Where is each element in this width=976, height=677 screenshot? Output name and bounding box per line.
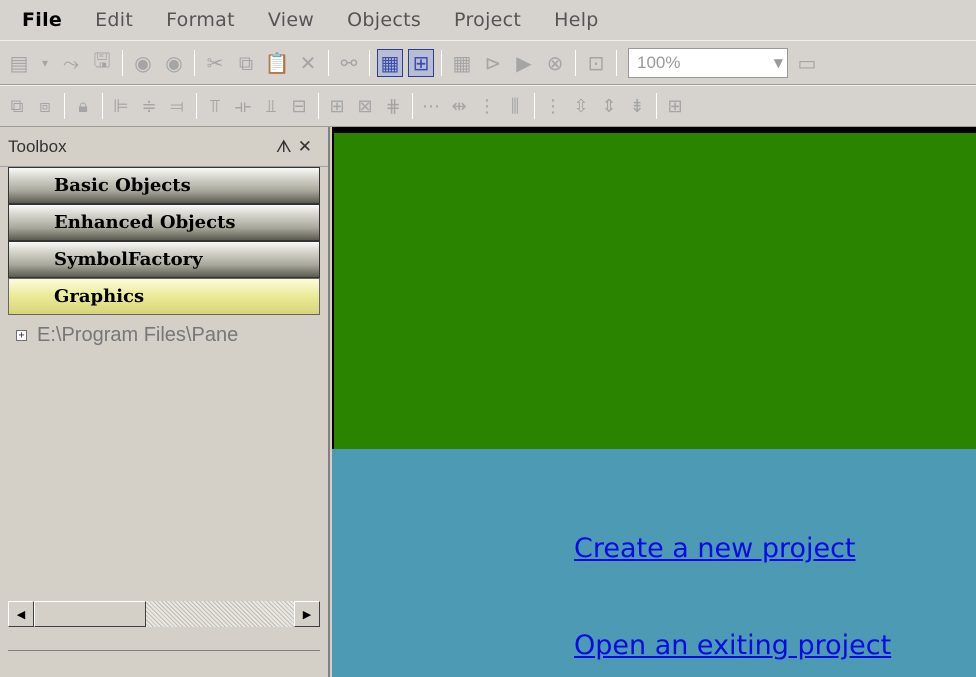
group-icon[interactable]: ⧉: [6, 92, 28, 120]
v-spacing-remove-icon[interactable]: ⇟: [626, 92, 648, 120]
category-enhanced-objects[interactable]: Enhanced Objects: [8, 204, 320, 241]
toolbar-separator: [441, 49, 442, 76]
same-size-icon[interactable]: ⊠: [354, 92, 376, 120]
align-left-icon[interactable]: ⊫: [110, 92, 132, 120]
transfer-icon[interactable]: ⊳: [480, 49, 506, 77]
copy-icon[interactable]: ⧉: [233, 49, 259, 77]
lock-icon[interactable]: 🔒︎: [72, 92, 94, 120]
scroll-track[interactable]: [34, 601, 294, 627]
tree-item[interactable]: + E:\Program Files\Pane: [8, 315, 328, 349]
menu-view[interactable]: View: [268, 9, 314, 31]
toolbar-separator: [656, 93, 657, 119]
align-bottom-icon[interactable]: ⫫: [260, 92, 282, 120]
toolbox-header: Toolbox ᗑ✕: [0, 127, 328, 167]
start-page: Create a new project Open an exiting pro…: [332, 127, 976, 677]
layout-toolbar: ⧉ ⧈ 🔒︎ ⊫ ≑ ⫤ ⫪ ⟛ ⫫ ⊟ ⊞ ⊠ ⋕ ⋯ ⇹ ⋮ ⫼ ⋮ ⇳ ⇕…: [0, 85, 976, 127]
compile-icon[interactable]: ▦: [449, 49, 475, 77]
align-middle-icon[interactable]: ⟛: [232, 92, 254, 120]
window-icon[interactable]: ▭: [794, 49, 820, 77]
run-icon[interactable]: ▶: [511, 49, 537, 77]
menu-help[interactable]: Help: [554, 9, 599, 31]
toolbar-separator: [194, 49, 195, 76]
chevron-down-icon[interactable]: ▼: [774, 56, 783, 70]
redo-icon[interactable]: ◉: [161, 49, 187, 77]
menu-edit[interactable]: Edit: [95, 9, 133, 31]
center-horizontal-icon[interactable]: ⊞: [664, 92, 686, 120]
undo-icon[interactable]: ◉: [130, 49, 156, 77]
zoom-value: 100%: [637, 52, 681, 72]
h-spacing-remove-icon[interactable]: ⫼: [504, 92, 526, 120]
toolbox-panel: Toolbox ᗑ✕ Basic Objects Enhanced Object…: [0, 127, 330, 677]
delete-icon[interactable]: ✕: [295, 49, 321, 77]
category-basic-objects[interactable]: Basic Objects: [8, 167, 320, 204]
menu-format[interactable]: Format: [166, 9, 235, 31]
category-symbolfactory[interactable]: SymbolFactory: [8, 241, 320, 278]
banner-area: [332, 127, 976, 449]
h-spacing-decrease-icon[interactable]: ⋮: [476, 92, 498, 120]
menu-project[interactable]: Project: [454, 9, 521, 31]
scroll-right-icon[interactable]: ▶: [294, 601, 320, 627]
align-top-icon[interactable]: ⫪: [204, 92, 226, 120]
create-project-link[interactable]: Create a new project: [574, 533, 856, 564]
toolbar-separator: [102, 93, 103, 119]
toolbar-separator: [412, 93, 413, 119]
zoom-select[interactable]: 100% ▼: [628, 47, 788, 78]
toolbar-separator: [64, 93, 65, 119]
scroll-left-icon[interactable]: ◀: [8, 601, 34, 627]
align-center-icon[interactable]: ≑: [138, 92, 160, 120]
menu-file[interactable]: File: [22, 9, 62, 31]
save-icon[interactable]: 🖫: [89, 48, 115, 77]
paste-icon[interactable]: 📋: [264, 49, 290, 77]
menu-objects[interactable]: Objects: [347, 9, 421, 31]
new-form-icon[interactable]: ▤: [6, 49, 32, 77]
toolbar-separator: [328, 49, 329, 76]
open-icon[interactable]: ⤳: [58, 49, 84, 77]
same-height-icon[interactable]: ⊞: [326, 92, 348, 120]
same-width-icon[interactable]: ⊟: [288, 92, 310, 120]
start-links-area: Create a new project Open an exiting pro…: [332, 449, 976, 677]
pin-icon[interactable]: ᗑ: [276, 137, 298, 157]
toolbar-separator: [369, 49, 370, 76]
toolbox-controls: ᗑ✕: [276, 137, 318, 157]
v-spacing-increase-icon[interactable]: ⇳: [570, 92, 592, 120]
toolbar-separator: [318, 93, 319, 119]
toolbox-title: Toolbox: [8, 136, 67, 156]
h-spacing-increase-icon[interactable]: ⇹: [448, 92, 470, 120]
stop-icon[interactable]: ⊗: [542, 49, 568, 77]
snap-icon[interactable]: ⊞: [408, 48, 434, 77]
horizontal-scrollbar[interactable]: ◀ ▶: [8, 601, 320, 627]
toolbar-separator: [616, 49, 617, 76]
find-icon[interactable]: ⚯: [336, 49, 362, 77]
v-spacing-equal-icon[interactable]: ⋮: [542, 92, 564, 120]
download-icon[interactable]: ⊡: [583, 49, 609, 77]
scroll-thumb[interactable]: [34, 601, 146, 627]
align-right-icon[interactable]: ⫤: [166, 92, 188, 120]
graphics-tree: + E:\Program Files\Pane: [8, 315, 328, 593]
center-icon[interactable]: ⋕: [382, 92, 404, 120]
toolbar-separator: [196, 93, 197, 119]
open-icon[interactable]: ▾: [37, 49, 53, 77]
v-spacing-decrease-icon[interactable]: ⇕: [598, 92, 620, 120]
menu-bar: File Edit Format View Objects Project He…: [0, 0, 976, 40]
toolbar-separator: [122, 49, 123, 76]
tree-item-label: E:\Program Files\Pane: [37, 323, 239, 346]
standard-toolbar: ▤ ▾ ⤳ 🖫 ◉ ◉ ✂ ⧉ 📋 ✕ ⚯ ▦ ⊞ ▦ ⊳ ▶ ⊗ ⊡ 100%…: [0, 40, 976, 85]
ungroup-icon[interactable]: ⧈: [34, 92, 56, 120]
h-spacing-equal-icon[interactable]: ⋯: [420, 92, 442, 120]
toolbar-separator: [534, 93, 535, 119]
cut-icon[interactable]: ✂: [202, 49, 228, 77]
category-graphics[interactable]: Graphics: [8, 278, 320, 315]
expand-plus-icon[interactable]: +: [16, 329, 27, 341]
close-icon[interactable]: ✕: [298, 137, 318, 157]
toolbar-separator: [575, 49, 576, 76]
toolbox-footer: [8, 650, 320, 677]
open-project-link[interactable]: Open an exiting project: [574, 630, 891, 661]
grid-icon[interactable]: ▦: [377, 48, 403, 77]
